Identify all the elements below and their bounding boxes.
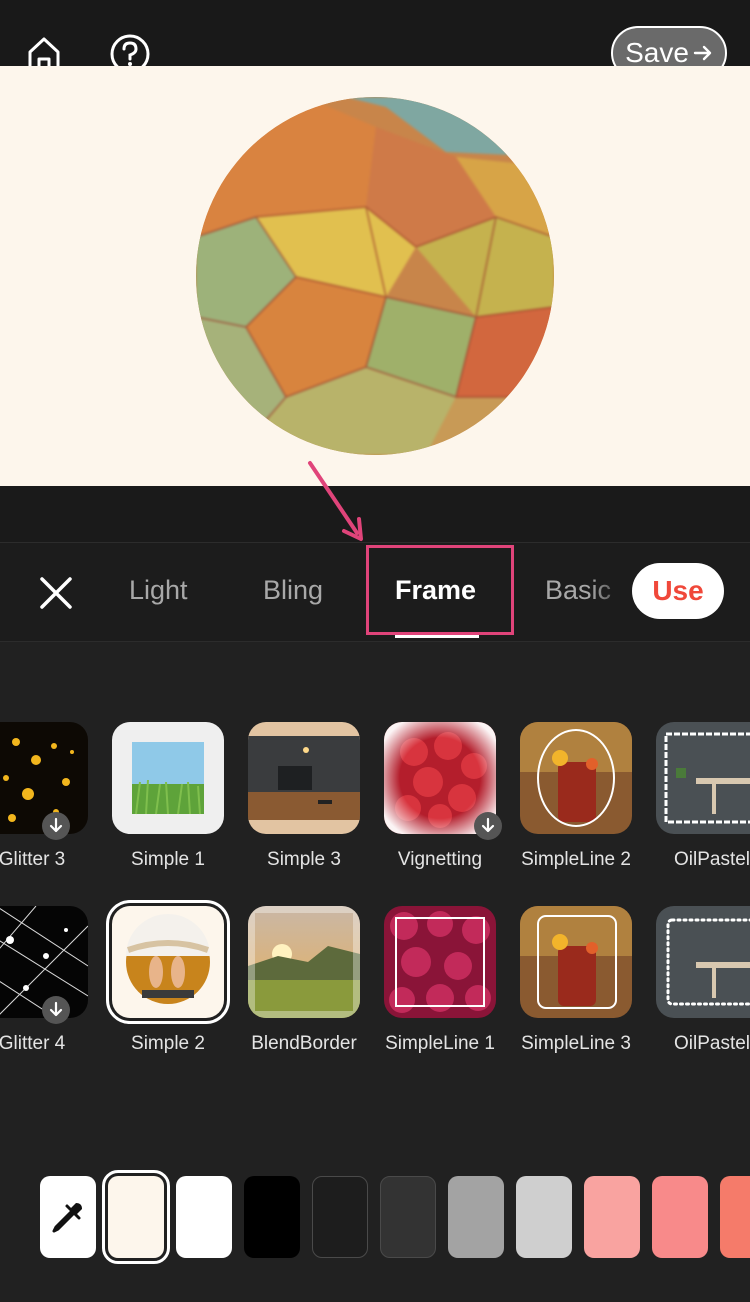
frame-label: OilPastel bbox=[673, 1033, 750, 1054]
swatch-gray[interactable] bbox=[448, 1176, 504, 1258]
framed-photo bbox=[196, 97, 554, 455]
swatch-light-pink[interactable] bbox=[584, 1176, 640, 1258]
eyedropper-button[interactable] bbox=[40, 1176, 96, 1258]
thumbnail bbox=[656, 722, 750, 834]
tab-bling[interactable]: Bling bbox=[263, 575, 323, 606]
download-icon[interactable] bbox=[42, 812, 70, 840]
swatch-dark-gray[interactable] bbox=[380, 1176, 436, 1258]
thumbnail bbox=[106, 900, 230, 1024]
swatch-light-gray[interactable] bbox=[516, 1176, 572, 1258]
annotation-arrow bbox=[308, 461, 363, 541]
active-tab-indicator bbox=[395, 635, 479, 638]
arrow-right-icon bbox=[693, 45, 712, 61]
swatch-cream[interactable] bbox=[102, 1170, 170, 1264]
swatch-salmon[interactable] bbox=[720, 1176, 750, 1258]
download-icon[interactable] bbox=[42, 996, 70, 1024]
thumbnail bbox=[656, 906, 750, 1018]
tab-light[interactable]: Light bbox=[129, 575, 188, 606]
swatch-black[interactable] bbox=[244, 1176, 300, 1258]
frame-label: OilPastel bbox=[673, 849, 750, 870]
top-bar: Save bbox=[0, 0, 750, 80]
swatch-pink[interactable] bbox=[652, 1176, 708, 1258]
thumbnail bbox=[384, 906, 496, 1018]
eyedropper-icon bbox=[52, 1203, 82, 1233]
highlight-box bbox=[366, 545, 514, 635]
close-icon[interactable] bbox=[36, 573, 76, 613]
photo-canvas bbox=[0, 66, 750, 486]
canvas-footer bbox=[0, 486, 750, 542]
color-palette bbox=[0, 1170, 750, 1264]
use-button[interactable]: Use bbox=[632, 563, 724, 619]
thumbnail bbox=[112, 722, 224, 834]
thumbnail bbox=[520, 722, 632, 834]
filter-tab-bar: Light Bling Frame Basic Use bbox=[0, 542, 750, 642]
save-label: Save bbox=[625, 37, 689, 68]
tab-fade bbox=[590, 553, 632, 631]
thumbnail bbox=[248, 906, 360, 1018]
swatch-charcoal[interactable] bbox=[312, 1176, 368, 1258]
thumbnail bbox=[248, 722, 360, 834]
swatch-white[interactable] bbox=[176, 1176, 232, 1258]
frame-grid: Glitter 3 Simple 1 Simple 3 Vignetting S… bbox=[0, 720, 750, 1060]
thumbnail bbox=[520, 906, 632, 1018]
download-icon[interactable] bbox=[474, 812, 502, 840]
